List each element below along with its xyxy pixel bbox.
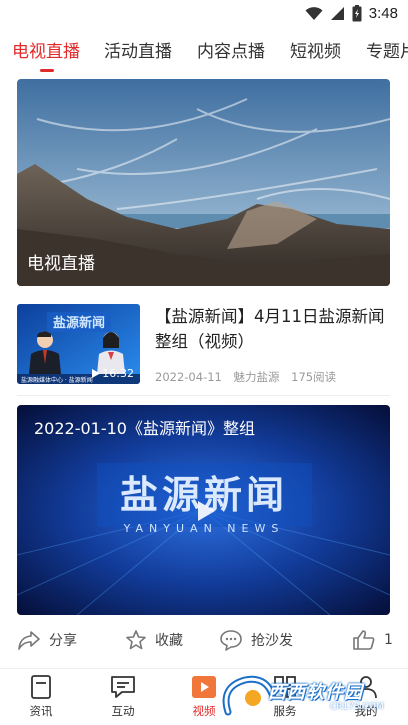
category-tabs: 电视直播 活动直播 内容点播 短视频 专题片 [0,32,408,72]
tv-live-card[interactable]: 电视直播 [17,79,390,286]
nav-news-label: 资讯 [29,704,53,718]
like-button[interactable]: 1 [352,625,393,655]
status-bar: 3:48 [0,0,408,30]
active-tab-indicator [40,69,54,72]
comment-icon [220,630,242,651]
video-play-icon [192,676,216,698]
list-divider [17,395,390,396]
thumb-logo-text: 盐源新闻 [53,315,105,331]
status-icons: 3:48 [305,5,398,22]
nav-video-label: 视频 [192,704,216,718]
news-thumbnail: 盐源新闻 盐源融媒体中心 · 盐源新闻 16:32 [17,304,140,384]
video-duration: 16:32 [92,367,134,380]
star-icon [126,630,146,650]
news-source: 魅力盐源 [233,370,280,384]
nav-interact[interactable]: 互动 [93,673,153,719]
document-icon [31,675,51,699]
play-icon[interactable] [196,500,216,522]
tab-on-demand[interactable]: 内容点播 [197,37,265,62]
tab-short-video[interactable]: 短视频 [290,37,341,62]
duration-text: 16:32 [102,367,134,380]
share-icon [18,631,40,650]
favorite-label: 收藏 [155,633,183,649]
status-time: 3:48 [368,5,398,22]
comment-button[interactable]: 抢沙发 [219,625,293,655]
news-date: 2022-04-11 [155,370,222,384]
news-reads: 175阅读 [291,370,337,384]
favorite-button[interactable]: 收藏 [125,625,183,655]
news-title[interactable]: 【盐源新闻】4月11日盐源新闻整组（视频） [155,304,393,354]
like-count: 1 [384,632,393,648]
thumb-caption-text: 盐源融媒体中心 · 盐源新闻 [21,376,93,384]
tab-tv-live[interactable]: 电视直播 [12,37,80,62]
share-button[interactable]: 分享 [17,625,77,655]
tab-event-live[interactable]: 活动直播 [104,37,172,62]
tab-special[interactable]: 专题片 [366,37,408,62]
video-actions: 分享 收藏 抢沙发 1 [17,625,393,655]
chat-icon [111,676,135,698]
play-small-icon [92,369,101,378]
thumbs-up-icon [353,630,375,650]
nav-interact-label: 互动 [111,704,135,718]
nav-news[interactable]: 资讯 [11,673,71,719]
video-title: 2022-01-10《盐源新闻》整组 [34,419,255,438]
news-meta: 2022-04-11 魅力盐源 175阅读 [155,369,344,385]
video-card[interactable]: 盐源新闻 YANYUAN NEWS 2022-01-10《盐源新闻》整组 [17,405,390,615]
signal-icon [330,6,344,20]
watermark-sub: CR173.COM [330,702,384,712]
battery-icon [352,5,362,22]
wifi-icon [305,6,323,20]
tv-live-label: 电视直播 [27,254,95,274]
comment-label: 抢沙发 [251,633,293,649]
watermark-text: 西西软件园 [268,682,363,703]
video-logo-sub: YANYUAN NEWS [123,522,285,535]
share-label: 分享 [49,633,77,649]
news-list-item[interactable]: 盐源新闻 盐源融媒体中心 · 盐源新闻 16:32 【盐源新闻】4月11日盐源新… [17,304,390,384]
